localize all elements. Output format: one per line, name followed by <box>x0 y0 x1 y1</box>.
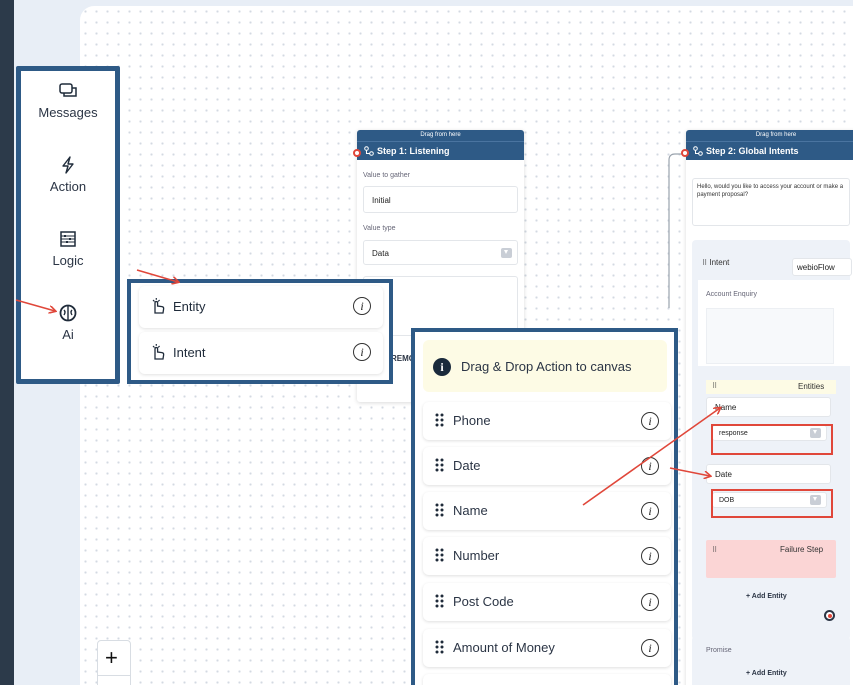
arrow-to-date <box>669 467 710 476</box>
arrow-to-ai <box>15 299 55 311</box>
arrow-to-name <box>582 408 720 506</box>
arrow-to-entity <box>136 269 178 282</box>
annotation-arrows <box>15 269 853 506</box>
